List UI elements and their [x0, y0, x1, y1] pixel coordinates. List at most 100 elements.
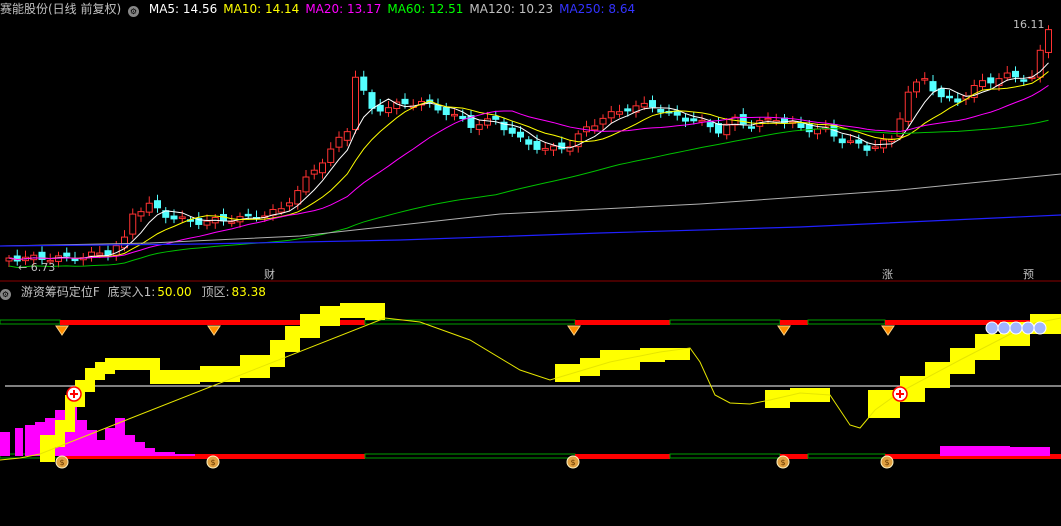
candle-body [294, 190, 302, 205]
face-icon[interactable] [997, 321, 1011, 335]
candle-body [137, 211, 145, 217]
chip-band-block [240, 355, 270, 378]
candle-body [855, 139, 863, 144]
money-bag-glyph: $ [884, 458, 889, 467]
candle-body [1020, 79, 1028, 82]
diamond-icon[interactable] [881, 325, 895, 336]
top-strip-red-segment [575, 320, 670, 325]
candle-body [690, 118, 698, 122]
chip-bar [175, 454, 195, 456]
diamond-shape [567, 325, 581, 336]
candle-body [401, 98, 409, 105]
money-bag-glyph: $ [570, 458, 575, 467]
candle-body [145, 202, 153, 213]
bottom-strip-red-segment [215, 454, 365, 459]
candle-body [310, 169, 318, 175]
candle-body [319, 162, 326, 174]
face-icon[interactable] [1033, 321, 1047, 335]
candle-body [706, 122, 714, 128]
candle-body [154, 200, 161, 209]
candle-body [343, 131, 351, 141]
chip-bar [97, 440, 105, 456]
indicator-header: ⚙ 游资筹码定位F 底买入1: 50.00 顶区: 83.38 [0, 283, 272, 301]
candle-body [739, 114, 747, 125]
candle-body [459, 115, 467, 120]
chip-band-block [365, 303, 385, 320]
indicator-chart[interactable]: $ $ $ $ $ [0, 300, 1061, 526]
face-icon[interactable] [985, 321, 999, 335]
candle-body [335, 136, 343, 148]
chip-band-block [160, 370, 200, 384]
gear-icon[interactable]: ⚙ [0, 289, 11, 300]
chip-band-block [105, 358, 115, 374]
chip-band-block [150, 358, 160, 384]
candle-body [451, 113, 458, 117]
ma10-line [8, 71, 1049, 260]
chip-band-block [975, 334, 1000, 360]
chip-band-block [340, 303, 365, 318]
chip-band-block [115, 358, 130, 370]
top-strip-red-segment [780, 320, 808, 325]
candle-body [1003, 72, 1011, 79]
candle-body [871, 146, 879, 149]
candle-body [764, 117, 772, 121]
diamond-icon[interactable] [55, 325, 69, 336]
candle-body [533, 140, 541, 150]
candle-body [1045, 29, 1052, 53]
diamond-icon[interactable] [567, 325, 581, 336]
candle-body [484, 118, 491, 126]
candle-body [541, 147, 549, 151]
candle-body [591, 125, 599, 131]
candle-body [170, 215, 178, 220]
indicator-param-value: 50.00 [157, 285, 192, 299]
candle-body [88, 251, 95, 257]
chip-band-block [320, 306, 340, 326]
event-tag-forecast[interactable]: 预 [1021, 268, 1036, 281]
ma250-line [0, 214, 1061, 247]
event-tag-earnings[interactable]: 财 [262, 268, 277, 281]
candle-body [385, 107, 392, 114]
candle-body [1012, 70, 1019, 78]
top-strip-green-segment [0, 319, 61, 325]
candle-body [96, 252, 104, 256]
chip-band-block [950, 348, 975, 374]
chip-band-block [55, 420, 65, 447]
indicator-title[interactable]: 游资筹码定位F [21, 285, 100, 299]
candle-body [517, 131, 524, 138]
candle-body [987, 77, 995, 84]
candle-body [954, 98, 962, 103]
chip-band-block [580, 358, 600, 376]
candle-body [904, 91, 912, 122]
diamond-icon[interactable] [207, 325, 221, 336]
candle-body [649, 100, 656, 108]
candle-body [327, 148, 335, 163]
diamond-icon[interactable] [777, 325, 791, 336]
chip-band-block [300, 314, 320, 338]
candle-body [599, 117, 607, 125]
candle-body [508, 127, 516, 134]
face-icon[interactable] [1021, 321, 1035, 335]
candle-body [921, 78, 929, 81]
candle-body [203, 220, 211, 226]
diamond-shape [207, 325, 221, 336]
chip-bar [135, 442, 145, 456]
top-strip-red-segment [60, 320, 215, 325]
candle-body [946, 95, 953, 99]
candlestick-chart[interactable] [0, 0, 1061, 282]
candle-body [71, 258, 79, 262]
top-strip-green-segment [807, 319, 886, 325]
event-tag-limit-up[interactable]: 涨 [880, 268, 895, 281]
candle-body [814, 128, 821, 135]
face-icon[interactable] [1009, 321, 1023, 335]
candle-body [277, 208, 285, 213]
candle-body [715, 123, 722, 134]
diamond-shape [55, 325, 69, 336]
candle-body [286, 202, 293, 207]
candle-body [302, 176, 310, 193]
chip-bar [125, 435, 135, 456]
chip-bar [77, 420, 87, 456]
chip-band-block [130, 358, 150, 370]
candle-body [434, 104, 442, 111]
bottom-strip-green-segment [807, 453, 886, 459]
money-bag-glyph: $ [780, 458, 785, 467]
